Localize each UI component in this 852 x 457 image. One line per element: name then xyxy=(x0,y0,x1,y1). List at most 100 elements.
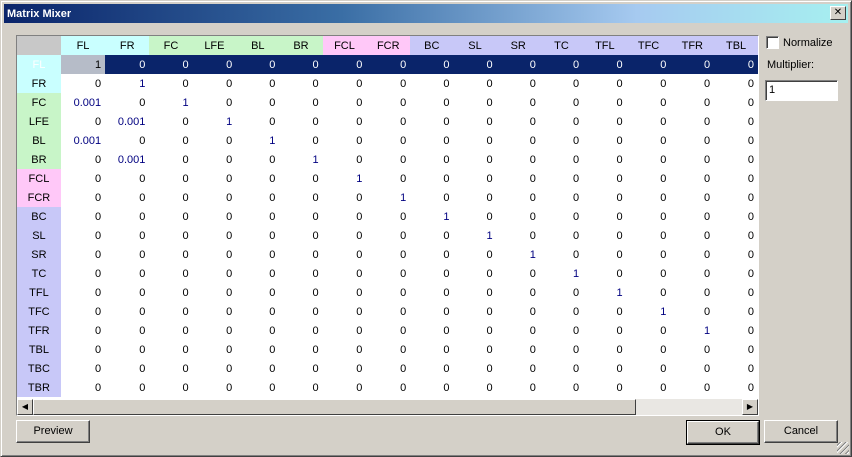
matrix-cell[interactable]: 0 xyxy=(670,55,715,74)
matrix-cell[interactable]: 0 xyxy=(714,264,758,283)
matrix-cell[interactable]: 0 xyxy=(627,340,671,359)
matrix-cell[interactable]: 0 xyxy=(279,264,322,283)
matrix-cell[interactable]: 0 xyxy=(61,169,105,188)
multiplier-input[interactable]: 1 xyxy=(765,80,838,101)
matrix-cell[interactable]: 0 xyxy=(410,93,453,112)
matrix-cell[interactable]: 0.001 xyxy=(61,131,105,150)
matrix-cell[interactable]: 0 xyxy=(583,131,627,150)
matrix-cell[interactable]: 0 xyxy=(539,55,584,74)
matrix-cell[interactable]: 0 xyxy=(453,321,496,340)
matrix-cell[interactable]: 0 xyxy=(236,226,279,245)
matrix-cell[interactable]: 0 xyxy=(193,169,237,188)
matrix-cell[interactable]: 0 xyxy=(627,93,671,112)
matrix-cell[interactable]: 0 xyxy=(497,74,540,93)
matrix-cell[interactable]: 0 xyxy=(670,74,714,93)
matrix-cell[interactable]: 0 xyxy=(366,112,410,131)
cancel-button[interactable]: Cancel xyxy=(764,420,838,443)
matrix-cell[interactable]: 0 xyxy=(453,188,496,207)
matrix-cell[interactable]: 0 xyxy=(366,378,410,397)
matrix-cell[interactable]: 0 xyxy=(323,226,367,245)
scroll-thumb[interactable] xyxy=(33,399,636,415)
matrix-cell[interactable]: 0 xyxy=(627,169,671,188)
matrix-cell[interactable]: 0 xyxy=(583,55,627,74)
matrix-row[interactable]: SR 0 0 0 0 0 0 0 0 0 0 1 0 0 0 0 0 xyxy=(17,245,758,264)
matrix-cell[interactable]: 0 xyxy=(540,207,583,226)
matrix-cell[interactable]: 0 xyxy=(496,55,540,74)
matrix-cell[interactable]: 0 xyxy=(410,131,453,150)
matrix-cell[interactable]: 0 xyxy=(193,131,237,150)
normalize-option[interactable]: Normalize xyxy=(766,36,833,49)
row-header-tfl[interactable]: TFL xyxy=(17,283,61,302)
matrix-cell[interactable]: 1 xyxy=(497,245,540,264)
column-header-fr[interactable]: FR xyxy=(105,36,150,55)
matrix-cell[interactable]: 0 xyxy=(236,55,280,74)
matrix-cell[interactable]: 0 xyxy=(149,169,192,188)
matrix-cell[interactable]: 0 xyxy=(61,378,105,397)
matrix-cell[interactable]: 0 xyxy=(105,359,149,378)
matrix-cell[interactable]: 0 xyxy=(453,245,496,264)
matrix-cell[interactable]: 0 xyxy=(61,264,105,283)
matrix-cell[interactable]: 0 xyxy=(279,93,322,112)
matrix-cell[interactable]: 0 xyxy=(61,188,105,207)
matrix-cell[interactable]: 0 xyxy=(105,131,149,150)
matrix-cell[interactable]: 0 xyxy=(583,169,627,188)
matrix-cell[interactable]: 0 xyxy=(366,55,411,74)
matrix-cell[interactable]: 0 xyxy=(236,321,279,340)
matrix-cell[interactable]: 0 xyxy=(236,359,279,378)
matrix-cell[interactable]: 0 xyxy=(279,302,322,321)
matrix-cell[interactable]: 0 xyxy=(61,359,105,378)
matrix-cell[interactable]: 0 xyxy=(366,340,410,359)
matrix-cell[interactable]: 1 xyxy=(323,169,367,188)
matrix-cell[interactable]: 0 xyxy=(540,378,583,397)
column-header-sl[interactable]: SL xyxy=(453,36,497,55)
scroll-right-button[interactable]: ▶ xyxy=(742,399,758,415)
matrix-cell[interactable]: 0 xyxy=(714,169,758,188)
matrix-cell[interactable]: 0 xyxy=(366,264,410,283)
matrix-cell[interactable]: 0 xyxy=(366,245,410,264)
matrix-cell[interactable]: 0 xyxy=(670,264,714,283)
matrix-cell[interactable]: 0 xyxy=(583,302,627,321)
matrix-cell[interactable]: 1 xyxy=(410,207,453,226)
column-header-tfl[interactable]: TFL xyxy=(583,36,627,55)
matrix-cell[interactable]: 0 xyxy=(583,321,627,340)
matrix-cell[interactable]: 0 xyxy=(323,302,367,321)
row-header-tfr[interactable]: TFR xyxy=(17,321,61,340)
matrix-cell[interactable]: 1 xyxy=(60,55,106,74)
matrix-cell[interactable]: 0 xyxy=(714,150,758,169)
row-header-fcr[interactable]: FCR xyxy=(17,188,61,207)
matrix-row[interactable]: FCL 0 0 0 0 0 0 1 0 0 0 0 0 0 0 0 0 xyxy=(17,169,758,188)
matrix-cell[interactable]: 1 xyxy=(105,74,149,93)
matrix-cell[interactable]: 0 xyxy=(714,188,758,207)
matrix-cell[interactable]: 0 xyxy=(193,359,237,378)
matrix-cell[interactable]: 0 xyxy=(583,340,627,359)
column-header-lfe[interactable]: LFE xyxy=(192,36,237,55)
matrix-cell[interactable]: 0 xyxy=(323,378,367,397)
matrix-cell[interactable]: 0 xyxy=(193,150,237,169)
column-header-fl[interactable]: FL xyxy=(60,36,106,55)
row-header-br[interactable]: BR xyxy=(17,150,61,169)
matrix-cell[interactable]: 0 xyxy=(714,74,758,93)
matrix-cell[interactable]: 0 xyxy=(149,264,192,283)
matrix-cell[interactable]: 0 xyxy=(149,207,192,226)
matrix-cell[interactable]: 1 xyxy=(540,264,583,283)
matrix-cell[interactable]: 0 xyxy=(497,93,540,112)
matrix-cell[interactable]: 0 xyxy=(105,207,149,226)
matrix-cell[interactable]: 0 xyxy=(497,378,540,397)
matrix-cell[interactable]: 0 xyxy=(279,245,322,264)
matrix-row[interactable]: SL 0 0 0 0 0 0 0 0 0 1 0 0 0 0 0 0 xyxy=(17,226,758,245)
matrix-row[interactable]: BL 0.001 0 0 0 1 0 0 0 0 0 0 0 0 0 0 0 xyxy=(17,131,758,150)
column-header-br[interactable]: BR xyxy=(279,36,323,55)
matrix-cell[interactable]: 0 xyxy=(453,112,496,131)
matrix-cell[interactable]: 0 xyxy=(540,112,583,131)
row-header-lfe[interactable]: LFE xyxy=(17,112,61,131)
row-header-tc[interactable]: TC xyxy=(17,264,61,283)
matrix-row[interactable]: LFE 0 0.001 0 1 0 0 0 0 0 0 0 0 0 0 0 0 xyxy=(17,112,758,131)
matrix-cell[interactable]: 0 xyxy=(236,302,279,321)
matrix-cell[interactable]: 0 xyxy=(627,245,671,264)
matrix-cell[interactable]: 0 xyxy=(279,188,322,207)
matrix-cell[interactable]: 0 xyxy=(627,112,671,131)
matrix-cell[interactable]: 0 xyxy=(453,74,496,93)
matrix-cell[interactable]: 0 xyxy=(453,131,496,150)
matrix-row[interactable]: TC 0 0 0 0 0 0 0 0 0 0 0 1 0 0 0 0 xyxy=(17,264,758,283)
row-header-fr[interactable]: FR xyxy=(17,74,61,93)
